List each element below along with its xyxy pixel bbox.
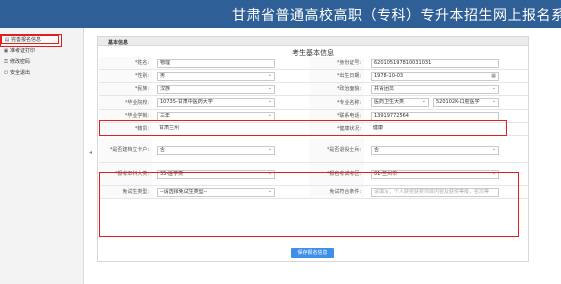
document-icon: ▤ (4, 36, 10, 43)
political-status-value: 共青团员 (374, 85, 395, 92)
major-category-select[interactable]: 医药卫生大类 (371, 98, 429, 107)
veteran-select[interactable]: 否 (371, 145, 499, 155)
ethnic-value: 汉族 (160, 85, 171, 92)
collapse-sidebar-icon[interactable]: ◂ (89, 149, 92, 156)
health-label: *健康状况: (309, 123, 364, 135)
name-label: *姓名: (99, 57, 152, 69)
form-row: *性别: 男 *出生日期: 1978-10-03 ▦ (99, 70, 529, 83)
major-select[interactable]: 520102K-口腔医学 (433, 98, 499, 107)
form-row: *姓名: 物理 *身份证号: 620105197810031031 (99, 57, 529, 70)
id-number-label: *身份证号: (309, 57, 364, 69)
key-icon: ⚿ (4, 58, 8, 65)
id-number-input[interactable]: 620105197810031031 (371, 58, 499, 68)
calendar-icon[interactable]: ▦ (491, 73, 496, 80)
school-value: 10735-甘肃中医药大学 (160, 99, 213, 105)
birth-date-input[interactable]: 1978-10-03 ▦ (371, 71, 499, 81)
exam-area-select[interactable]: 01-兰州市 (371, 169, 499, 179)
print-icon: ▣ (3, 47, 9, 54)
native-place-value: 甘肃兰州 (159, 124, 180, 131)
system-title: 甘肃省普通高校高职（专科）专升本招生网上报名系 (232, 8, 561, 24)
sidebar-item-logout[interactable]: ⏻ 安全退出 (3, 68, 61, 77)
exempt-type-value: --请选择免试生类型-- (160, 188, 208, 195)
major-category-value: 医药卫生大类 (374, 99, 405, 105)
phone-input[interactable]: 13919772564 (371, 111, 499, 121)
poverty-card-label: *是否建档立卡户: (99, 138, 152, 162)
gender-label: *性别: (99, 70, 152, 82)
form-row: *民族: 汉族 *政治面貌: 共青团员 (99, 83, 529, 96)
poverty-card-value: 否 (160, 146, 166, 153)
veteran-label: *是否退役士兵: (309, 138, 364, 162)
exam-area-label: *报名考试考区: (309, 163, 364, 185)
exempt-condition-input[interactable]: 请填写，个人获奖获奖项目内容及获奖等级，名次等 (371, 187, 499, 197)
birth-date-label: *出生日期: (309, 70, 364, 82)
study-length-value: 三年 (160, 112, 171, 119)
save-info-button[interactable]: 保存报名信息 (291, 248, 334, 258)
phone-label: *联系电话: (309, 110, 364, 122)
major-label: *专业名称: (309, 96, 364, 109)
subject-category-value: 35-医学类 (160, 170, 184, 177)
native-place-label: *籍贯: (99, 123, 152, 135)
form-row: *报考本科大类: 35-医学类 *报名考试考区: 01-兰州市 (99, 163, 529, 186)
subject-category-select[interactable]: 35-医学类 (157, 169, 275, 179)
form-panel: 基本信息 考生基本信息 *姓名: 物理 *身份证号: 6201051978100… (97, 36, 529, 262)
sidebar-item-print-ticket[interactable]: ▣ 准考证打印 (3, 46, 61, 55)
ethnic-select[interactable]: 汉族 (157, 84, 275, 94)
sidebar-item-label: 安全退出 (10, 70, 31, 76)
school-select[interactable]: 10735-甘肃中医药大学 (157, 98, 275, 107)
sidebar-item-label: 准考证打印 (10, 48, 36, 54)
political-status-select[interactable]: 共青团员 (371, 84, 499, 94)
header-banner: 甘肃省普通高校高职（专科）专升本招生网上报名系 (0, 0, 561, 28)
sidebar: ▤ 完善报名信息 ▣ 准考证打印 ⚿ 修改密码 ⏻ 安全退出 (0, 28, 84, 284)
exempt-type-select[interactable]: --请选择免试生类型-- (157, 187, 275, 197)
gender-value: 男 (160, 72, 166, 79)
health-value: 健康 (373, 124, 384, 131)
form-row: 免试生类型: --请选择免试生类型-- 免试符合条件: 请填写，个人获奖获奖项目… (99, 186, 529, 199)
political-status-label: *政治面貌: (309, 83, 364, 95)
sidebar-item-change-password[interactable]: ⚿ 修改密码 (3, 57, 61, 66)
gender-select[interactable]: 男 (157, 71, 275, 81)
ethnic-label: *民族: (99, 83, 152, 95)
poverty-card-select[interactable]: 否 (157, 145, 275, 155)
study-length-label: *毕业学制: (99, 110, 152, 122)
form-row: *毕业院校: 10735-甘肃中医药大学 *专业名称: 医药卫生大类 52010… (99, 96, 529, 110)
sidebar-item-label: 修改密码 (10, 59, 31, 65)
exam-area-value: 01-兰州市 (374, 170, 398, 177)
birth-date-value: 1978-10-03 (374, 72, 404, 79)
sidebar-item-complete-info[interactable]: ▤ 完善报名信息 (1, 35, 59, 44)
name-input[interactable]: 物理 (157, 58, 275, 68)
subject-category-label: *报考本科大类: (99, 163, 152, 185)
major-value: 520102K-口腔医学 (436, 99, 480, 105)
form-row: *籍贯: 甘肃兰州 *健康状况: 健康 (99, 123, 529, 136)
exempt-type-label: 免试生类型: (99, 186, 152, 198)
power-icon: ⏻ (4, 69, 8, 76)
form-row: *毕业学制: 三年 *联系电话: 13919772564 (99, 110, 529, 123)
form-row: *是否建档立卡户: 否 *是否退役士兵: 否 (99, 138, 529, 163)
section-title: 基本信息 (108, 39, 129, 46)
school-label: *毕业院校: (99, 96, 152, 109)
study-length-select[interactable]: 三年 (157, 111, 275, 121)
veteran-value: 否 (374, 146, 380, 153)
exempt-condition-label: 免试符合条件: (309, 186, 364, 198)
sidebar-item-label: 完善报名信息 (11, 37, 42, 43)
section-header: 基本信息 (98, 37, 528, 46)
